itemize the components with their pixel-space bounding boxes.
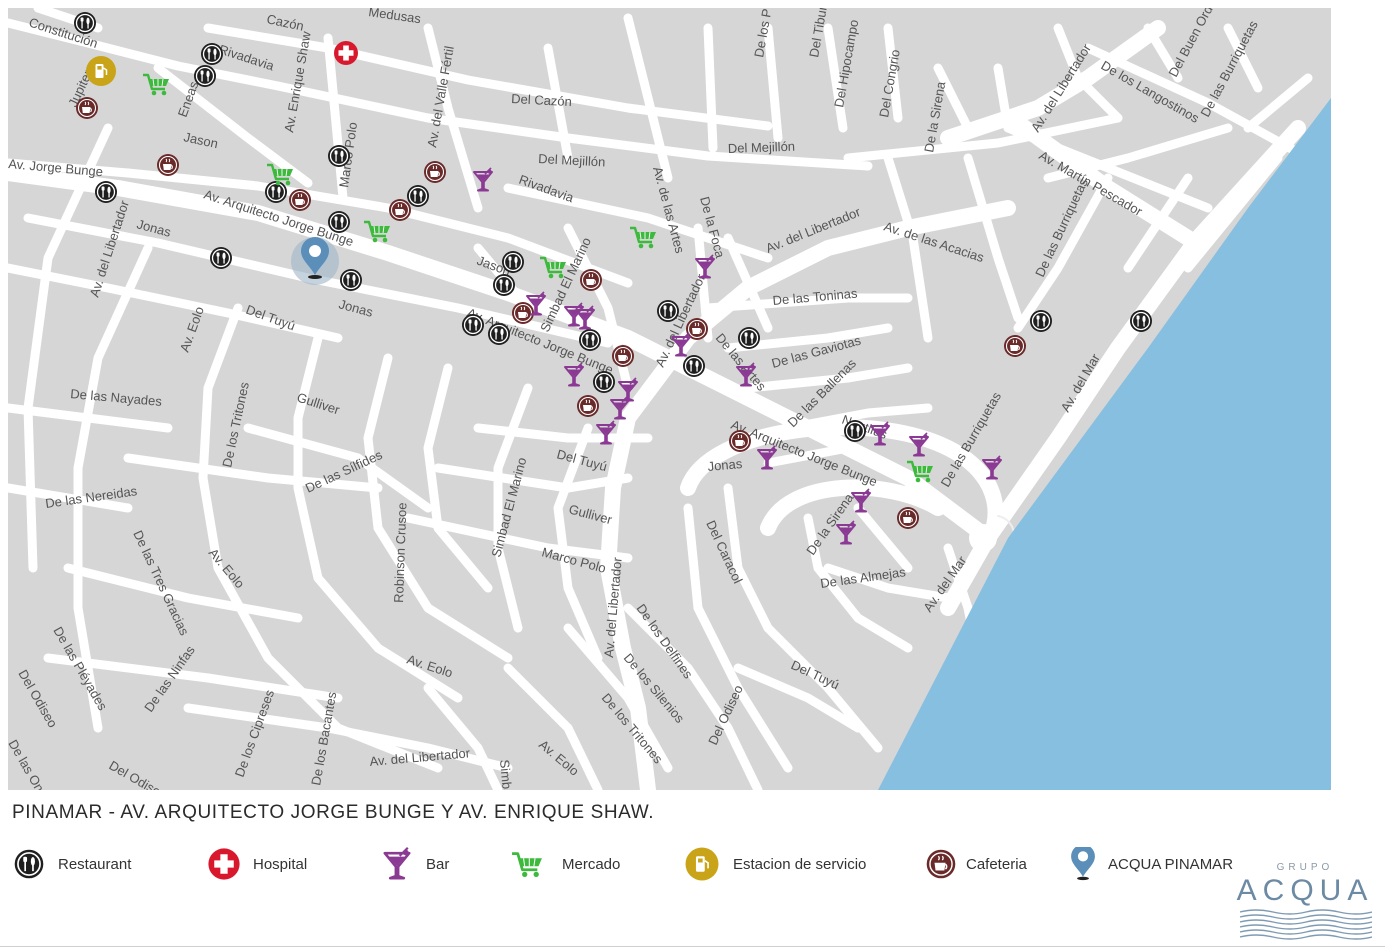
cafeteria-icon[interactable] <box>423 160 447 184</box>
street-label: Simbad <box>497 759 516 790</box>
restaurant-icon[interactable] <box>487 322 511 346</box>
cafeteria-icon[interactable] <box>728 429 752 453</box>
hospital-icon[interactable] <box>334 41 358 65</box>
legend-label: Mercado <box>562 855 621 873</box>
logo-top-text: GRUPO <box>1276 862 1334 873</box>
cafeteria-icon[interactable] <box>156 153 180 177</box>
mercado-icon <box>510 852 544 879</box>
cafeteria-icon[interactable] <box>288 188 312 212</box>
restaurant-icon[interactable] <box>492 273 516 297</box>
restaurant-icon[interactable] <box>209 246 233 270</box>
cafeteria-icon[interactable] <box>896 506 920 530</box>
restaurant-icon[interactable] <box>656 299 680 323</box>
estacion-icon <box>685 847 719 881</box>
restaurant-icon[interactable] <box>1029 309 1053 333</box>
restaurant-icon[interactable] <box>327 144 351 168</box>
legend-item-mercado: Mercado <box>510 846 620 882</box>
restaurant-icon[interactable] <box>461 313 485 337</box>
street-label: Del Cazón <box>511 91 572 109</box>
restaurant-icon[interactable] <box>264 180 288 204</box>
estacion-icon[interactable] <box>85 55 117 87</box>
acqua-pin-icon <box>1071 847 1095 881</box>
street-label: Del Mejillón <box>728 139 796 156</box>
restaurant-icon[interactable] <box>737 326 761 350</box>
cafeteria-icon <box>925 848 957 880</box>
restaurant-icon[interactable] <box>1129 309 1153 333</box>
cafeteria-icon[interactable] <box>611 344 635 368</box>
restaurant-icon[interactable] <box>200 42 224 66</box>
legend-label: Cafeteria <box>966 855 1027 873</box>
restaurant-icon[interactable] <box>501 250 525 274</box>
legend-item-restaurant: Restaurant <box>12 846 131 882</box>
cafeteria-icon[interactable] <box>511 301 535 325</box>
legend-label: Estacion de servicio <box>733 855 867 873</box>
wave-icon <box>1240 909 1372 940</box>
restaurant-icon[interactable] <box>406 184 430 208</box>
legend-item-estacion: Estacion de servicio <box>685 846 866 882</box>
restaurant-icon[interactable] <box>73 11 97 35</box>
legend-item-hospital: Hospital <box>207 846 307 882</box>
legend-label: Restaurant <box>58 855 132 873</box>
restaurant-icon[interactable] <box>193 64 217 88</box>
map-caption: PINAMAR - AV. ARQUITECTO JORGE BUNGE Y A… <box>12 802 655 823</box>
restaurant-icon[interactable] <box>843 419 867 443</box>
legend-item-cafeteria: Cafeteria <box>924 846 1027 882</box>
legend-item-acqua: ACQUA PINAMAR <box>1066 846 1233 882</box>
restaurant-icon[interactable] <box>327 210 351 234</box>
cafeteria-icon[interactable] <box>388 198 412 222</box>
cafeteria-icon[interactable] <box>579 268 603 292</box>
restaurant-icon[interactable] <box>682 354 706 378</box>
restaurant-icon[interactable] <box>578 328 602 352</box>
restaurant-icon[interactable] <box>94 180 118 204</box>
divider <box>0 946 1385 947</box>
restaurant-icon[interactable] <box>592 370 616 394</box>
grupo-acqua-logo: GRUPO ACQUA <box>1232 856 1378 942</box>
map-canvas[interactable]: Constitución Cazón Medusas De los P Del … <box>8 8 1331 790</box>
cafeteria-icon[interactable] <box>1003 334 1027 358</box>
logo-name-text: ACQUA <box>1236 874 1374 907</box>
legend-label: ACQUA PINAMAR <box>1108 855 1234 873</box>
hospital-icon <box>208 848 240 880</box>
legend-label: Hospital <box>253 855 308 873</box>
cafeteria-icon[interactable] <box>75 96 99 120</box>
legend-label: Bar <box>426 855 450 873</box>
bar-icon <box>383 847 411 880</box>
legend-item-bar: Bar <box>380 846 449 882</box>
street-label: Jonas <box>707 456 743 474</box>
restaurant-icon <box>13 848 45 880</box>
restaurant-icon[interactable] <box>339 268 363 292</box>
map[interactable]: Constitución Cazón Medusas De los P Del … <box>8 8 1331 790</box>
cafeteria-icon[interactable] <box>576 394 600 418</box>
